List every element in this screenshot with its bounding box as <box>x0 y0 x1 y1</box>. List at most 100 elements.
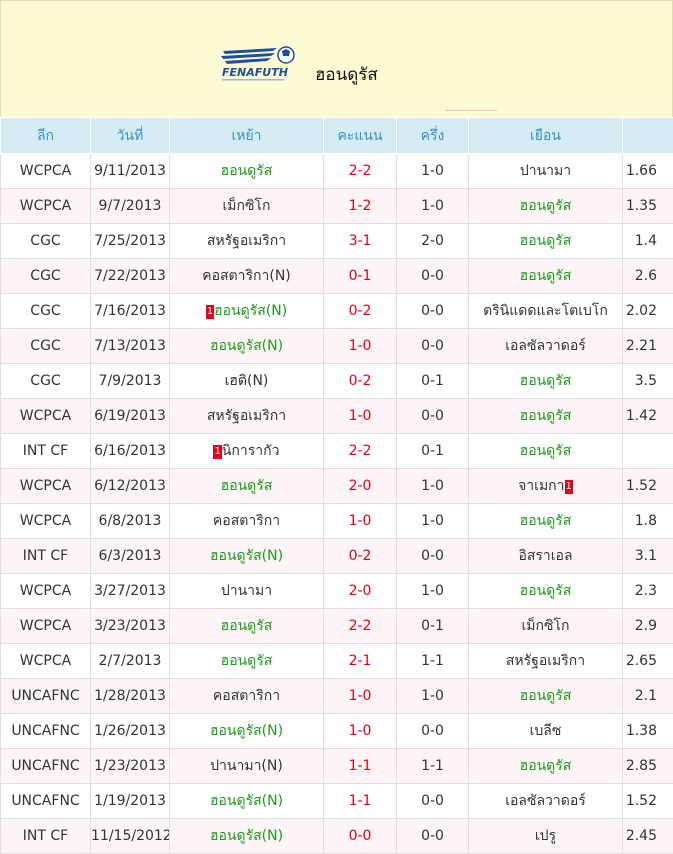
col-date[interactable]: วันที่ <box>91 118 170 154</box>
home-team-cell: ฮอนดูรัส <box>170 609 324 644</box>
home-team[interactable]: ฮอนดูรัส <box>221 618 273 634</box>
home-team-cell: เม็กซิโก <box>170 189 324 224</box>
table-row: CGC7/13/2013ฮอนดูรัส(N)1-00-0เอลซัลวาดอร… <box>1 329 673 364</box>
red-card-badge: 1 <box>206 305 214 319</box>
home-team[interactable]: ฮอนดูรัส(N) <box>210 338 283 354</box>
home-team-cell: สหรัฐอเมริกา <box>170 224 324 259</box>
away-team[interactable]: ปานามา <box>520 163 571 179</box>
away-team[interactable]: ฮอนดูรัส <box>520 513 572 529</box>
home-team[interactable]: ฮอนดูรัส(N) <box>210 548 283 564</box>
team-title: ฮอนดูรัส <box>315 61 378 88</box>
table-header-row: ลีก วันที่ เหย้า คะแนน ครึ่ง เยือน <box>1 118 673 154</box>
away-team[interactable]: ฮอนดูรัส <box>520 688 572 704</box>
table-row: WCPCA9/7/2013เม็กซิโก1-21-0ฮอนดูรัส1.35 <box>1 189 673 224</box>
away-team-cell: ฮอนดูรัส <box>469 364 623 399</box>
away-team-cell: ปานามา <box>469 154 623 189</box>
match-date: 7/22/2013 <box>91 259 170 294</box>
home-team[interactable]: ฮอนดูรัส(N) <box>210 793 283 809</box>
away-team-cell: ฮอนดูรัส <box>469 504 623 539</box>
col-score[interactable]: คะแนน <box>324 118 397 154</box>
away-team[interactable]: เปรู <box>535 828 556 844</box>
away-team[interactable]: เม็กซิโก <box>522 618 570 634</box>
away-team[interactable]: สหรัฐอเมริกา <box>506 653 585 669</box>
home-team[interactable]: คอสตาริกา <box>213 513 280 529</box>
away-team[interactable]: ฮอนดูรัส <box>520 373 572 389</box>
match-odds: 2.3 <box>623 574 673 609</box>
match-score: 1-2 <box>324 189 397 224</box>
league-name: WCPCA <box>1 574 91 609</box>
league-name: INT CF <box>1 539 91 574</box>
away-team[interactable]: เบลีซ <box>530 723 562 739</box>
half-time-score: 1-0 <box>397 679 469 714</box>
home-team-cell: ฮอนดูรัส(N) <box>170 784 324 819</box>
match-odds: 2.02 <box>623 294 673 329</box>
match-score: 1-0 <box>324 504 397 539</box>
col-league[interactable]: ลีก <box>1 118 91 154</box>
home-team-cell: ฮอนดูรัส(N) <box>170 539 324 574</box>
away-team[interactable]: ฮอนดูรัส <box>520 198 572 214</box>
match-date: 1/26/2013 <box>91 714 170 749</box>
half-time-score: 1-1 <box>397 749 469 784</box>
away-team[interactable]: ตรินิแดดและโตเบโก <box>483 303 608 319</box>
home-team[interactable]: ปานามา <box>221 583 272 599</box>
match-score: 2-0 <box>324 574 397 609</box>
away-team[interactable]: เอลซัลวาดอร์ <box>505 793 586 809</box>
home-team[interactable]: ฮอนดูรัส <box>221 653 273 669</box>
away-team-cell: ฮอนดูรัส <box>469 399 623 434</box>
table-body: WCPCA9/11/2013ฮอนดูรัส2-21-0ปานามา1.66WC… <box>1 154 673 854</box>
match-score: 0-1 <box>324 259 397 294</box>
away-team[interactable]: ฮอนดูรัส <box>520 583 572 599</box>
match-score: 3-1 <box>324 224 397 259</box>
home-team[interactable]: ฮอนดูรัส <box>221 478 273 494</box>
home-team-cell: สหรัฐอเมริกา <box>170 399 324 434</box>
logo-text: FENAFUTH <box>222 66 288 79</box>
home-team-cell: ฮอนดูรัส(N) <box>170 819 324 854</box>
home-team-cell: ปานามา <box>170 574 324 609</box>
league-name: CGC <box>1 294 91 329</box>
away-team[interactable]: ฮอนดูรัส <box>520 233 572 249</box>
home-team[interactable]: สหรัฐอเมริกา <box>207 233 286 249</box>
home-team[interactable]: เฮติ(N) <box>225 373 269 389</box>
home-team[interactable]: ฮอนดูรัส <box>221 163 273 179</box>
home-team[interactable]: ฮอนดูรัส(N) <box>210 828 283 844</box>
half-time-score: 1-0 <box>397 574 469 609</box>
home-team[interactable]: ฮอนดูรัส(N) <box>210 723 283 739</box>
away-team[interactable]: ฮอนดูรัส <box>520 443 572 459</box>
match-odds: 1.42 <box>623 399 673 434</box>
match-score: 1-0 <box>324 329 397 364</box>
away-team[interactable]: ฮอนดูรัส <box>520 268 572 284</box>
away-team[interactable]: เอลซัลวาดอร์ <box>505 338 586 354</box>
header-divider <box>445 110 497 111</box>
league-name: UNCAFNC <box>1 714 91 749</box>
away-team-cell: สหรัฐอเมริกา <box>469 644 623 679</box>
col-home[interactable]: เหย้า <box>170 118 324 154</box>
away-team-cell: เอลซัลวาดอร์ <box>469 784 623 819</box>
table-row: UNCAFNC1/26/2013ฮอนดูรัส(N)1-00-0เบลีซ1.… <box>1 714 673 749</box>
home-team[interactable]: ฮอนดูรัส(N) <box>214 303 287 319</box>
home-team[interactable]: เม็กซิโก <box>223 198 271 214</box>
away-team[interactable]: ฮอนดูรัส <box>520 408 572 424</box>
home-team[interactable]: สหรัฐอเมริกา <box>207 408 286 424</box>
away-team[interactable]: จาเมกา <box>518 478 564 494</box>
home-team-cell: คอสตาริกา <box>170 504 324 539</box>
home-team[interactable]: คอสตาริกา(N) <box>202 268 291 284</box>
match-date: 2/7/2013 <box>91 644 170 679</box>
match-odds: 2.9 <box>623 609 673 644</box>
league-name: UNCAFNC <box>1 784 91 819</box>
away-team[interactable]: ฮอนดูรัส <box>520 758 572 774</box>
match-odds: 1.4 <box>623 224 673 259</box>
half-time-score: 0-1 <box>397 434 469 469</box>
away-team-cell: ตรินิแดดและโตเบโก <box>469 294 623 329</box>
home-team[interactable]: นิการากัว <box>222 443 280 459</box>
home-team[interactable]: คอสตาริกา <box>213 688 280 704</box>
half-time-score: 0-1 <box>397 364 469 399</box>
home-team[interactable]: ปานามา(N) <box>210 758 283 774</box>
league-name: WCPCA <box>1 189 91 224</box>
match-odds: 1.66 <box>623 154 673 189</box>
away-team[interactable]: อิสราเอล <box>518 548 572 564</box>
col-half[interactable]: ครึ่ง <box>397 118 469 154</box>
half-time-score: 1-1 <box>397 644 469 679</box>
col-away[interactable]: เยือน <box>469 118 623 154</box>
match-date: 7/16/2013 <box>91 294 170 329</box>
match-odds: 2.85 <box>623 749 673 784</box>
